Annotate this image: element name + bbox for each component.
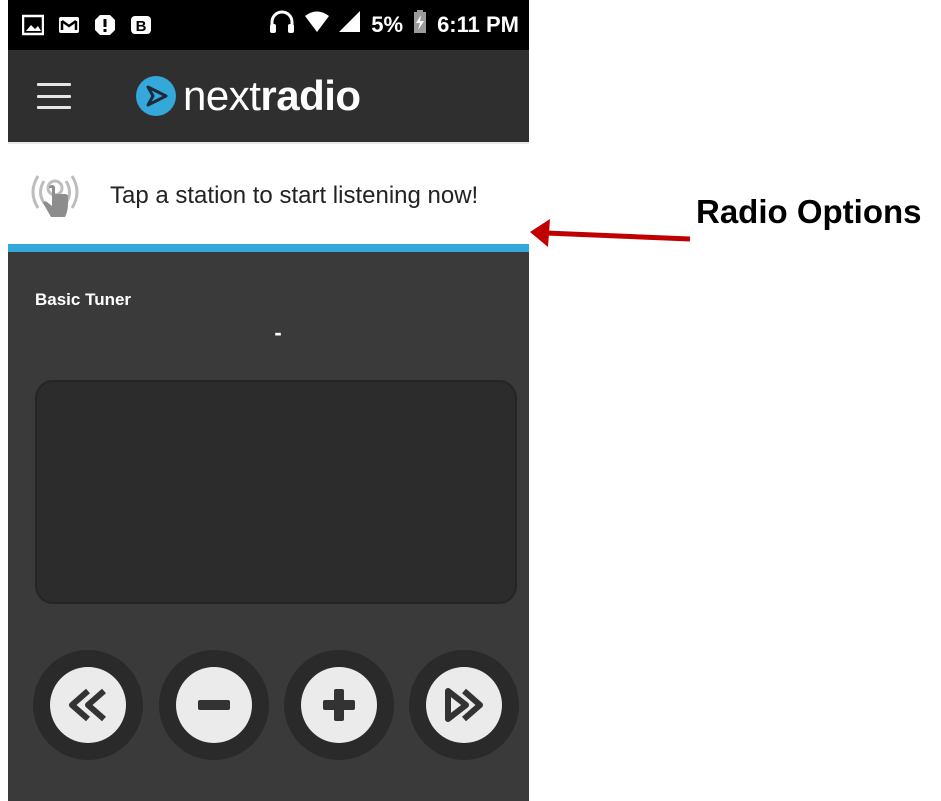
annotation-label: Radio Options	[696, 193, 922, 230]
svg-text:B: B	[136, 18, 147, 35]
battery-percent: 5%	[371, 12, 404, 37]
tap-broadcast-icon	[31, 174, 79, 217]
brand: nextradio	[135, 75, 361, 117]
notification-icon	[94, 14, 116, 36]
headset-icon	[269, 10, 295, 40]
station-prompt-banner[interactable]: Tap a station to start listening now!	[8, 142, 529, 247]
tune-down-button[interactable]	[159, 650, 269, 760]
gmail-icon	[58, 14, 80, 36]
rewind-icon	[69, 688, 106, 722]
tuner-title: Basic Tuner	[35, 290, 132, 309]
battery-charging-icon	[413, 10, 427, 40]
banner-accent-line	[8, 244, 529, 252]
b-icon: B	[130, 14, 152, 36]
annotation-arrow-icon	[530, 219, 691, 247]
nextradio-logo-icon	[136, 76, 176, 116]
status-bar: B 5% 6:11 PM	[8, 0, 529, 50]
image-icon	[22, 14, 44, 36]
plus-icon	[323, 689, 355, 721]
tune-up-button[interactable]	[284, 650, 394, 760]
seek-forward-button[interactable]	[409, 650, 519, 760]
tuner-display-panel	[35, 380, 517, 604]
wifi-icon	[305, 11, 330, 39]
fast-forward-icon	[445, 688, 483, 722]
hamburger-icon[interactable]	[37, 83, 71, 109]
tuner-controls	[8, 650, 529, 760]
brand-name: nextradio	[183, 72, 361, 119]
seek-back-button[interactable]	[33, 650, 143, 760]
phone-screen: B 5% 6:11 PM nextradio Tap a station to …	[8, 0, 529, 801]
app-bar: nextradio	[8, 50, 529, 142]
clock: 6:11 PM	[437, 12, 519, 37]
signal-icon	[339, 11, 361, 39]
banner-message: Tap a station to start listening now!	[110, 181, 479, 209]
minus-icon	[198, 700, 230, 710]
frequency-display: -	[274, 320, 282, 345]
